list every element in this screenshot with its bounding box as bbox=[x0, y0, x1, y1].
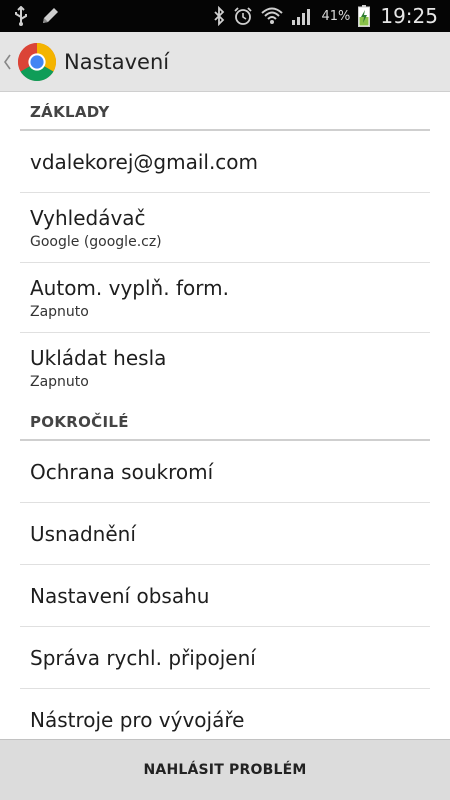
section-header-advanced: POKROČILÉ bbox=[0, 403, 450, 441]
autofill-item[interactable]: Autom. vyplň. form. Zapnuto bbox=[0, 263, 450, 333]
pref-title: Autom. vyplň. form. bbox=[30, 275, 229, 300]
battery-charging-icon bbox=[358, 5, 371, 27]
pref-title: Usnadnění bbox=[30, 522, 136, 546]
bottom-bar: NAHLÁSIT PROBLÉM bbox=[0, 739, 450, 800]
alarm-icon bbox=[233, 6, 253, 26]
bandwidth-item[interactable]: Správa rychl. připojení bbox=[0, 627, 450, 689]
pencil-icon bbox=[40, 6, 60, 26]
status-bar-system: 41% 19:25 bbox=[213, 4, 450, 28]
pref-title: Vyhledávač bbox=[30, 205, 146, 230]
pref-title: Správa rychl. připojení bbox=[30, 646, 256, 670]
action-bar: Nastavení bbox=[0, 32, 450, 92]
report-problem-button[interactable]: NAHLÁSIT PROBLÉM bbox=[144, 762, 307, 778]
pref-title: Ochrana soukromí bbox=[30, 460, 214, 484]
account-item[interactable]: vdalekorej@gmail.com bbox=[0, 131, 450, 193]
content-settings-item[interactable]: Nastavení obsahu bbox=[0, 565, 450, 627]
pref-title: Nástroje pro vývojáře bbox=[30, 708, 245, 732]
pref-title: Nastavení obsahu bbox=[30, 584, 210, 608]
status-bar: 41% 19:25 bbox=[0, 0, 450, 32]
accessibility-item[interactable]: Usnadnění bbox=[0, 503, 450, 565]
signal-icon bbox=[291, 6, 313, 26]
pref-title: vdalekorej@gmail.com bbox=[30, 150, 259, 174]
usb-icon bbox=[14, 6, 28, 26]
battery-percent: 41% bbox=[321, 8, 351, 24]
developer-tools-item[interactable]: Nástroje pro vývojáře bbox=[0, 689, 450, 739]
page-title: Nastavení bbox=[64, 49, 170, 74]
section-header-basics: ZÁKLADY bbox=[0, 93, 450, 131]
privacy-item[interactable]: Ochrana soukromí bbox=[0, 441, 450, 503]
pref-summary: Google (google.cz) bbox=[30, 233, 162, 250]
search-engine-item[interactable]: Vyhledávač Google (google.cz) bbox=[0, 193, 450, 263]
pref-summary: Zapnuto bbox=[30, 373, 89, 390]
pref-title: Ukládat hesla bbox=[30, 345, 167, 370]
clock: 19:25 bbox=[380, 4, 438, 28]
up-chevron-icon[interactable] bbox=[3, 54, 15, 70]
settings-list[interactable]: ZÁKLADY vdalekorej@gmail.com Vyhledávač … bbox=[0, 93, 450, 739]
pref-summary: Zapnuto bbox=[30, 303, 89, 320]
status-bar-notifications bbox=[0, 6, 60, 26]
wifi-icon bbox=[261, 6, 284, 26]
chrome-logo-icon[interactable] bbox=[17, 42, 57, 82]
bluetooth-icon bbox=[213, 6, 225, 26]
save-passwords-item[interactable]: Ukládat hesla Zapnuto bbox=[0, 333, 450, 403]
